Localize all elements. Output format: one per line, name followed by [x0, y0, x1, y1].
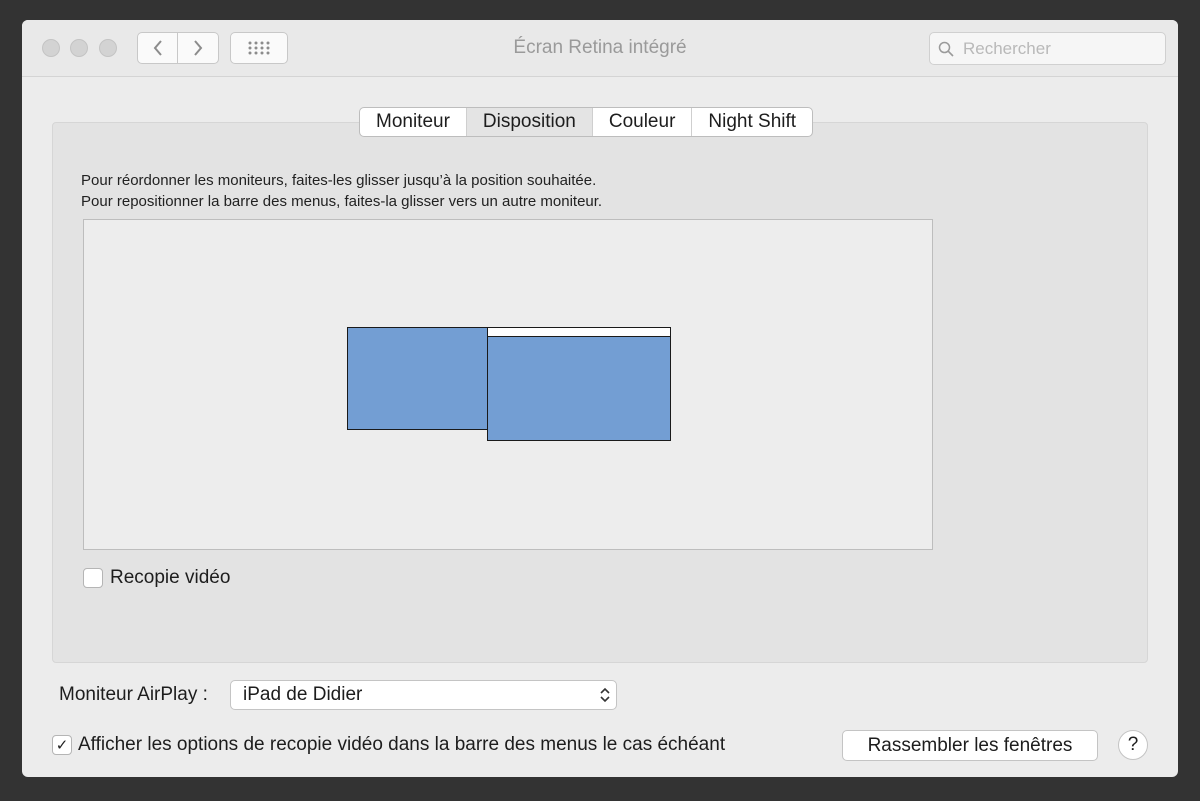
help-button[interactable]: ?	[1118, 730, 1148, 760]
preferences-window: Écran Retina intégré Moniteur Dispositio…	[22, 20, 1178, 777]
search-icon	[938, 41, 954, 57]
checkmark-icon: ✓	[55, 736, 69, 754]
mirroring-checkbox[interactable]	[83, 568, 103, 588]
display-main[interactable]	[487, 327, 671, 441]
updown-chevron-icon	[600, 687, 610, 703]
arrangement-instructions: Pour réordonner les moniteurs, faites-le…	[81, 170, 602, 212]
tab-disposition[interactable]: Disposition	[466, 108, 593, 136]
menu-bar-handle[interactable]	[487, 327, 671, 337]
menubar-options-checkbox[interactable]: ✓	[52, 735, 72, 755]
airplay-label: Moniteur AirPlay :	[59, 684, 208, 705]
tab-couleur[interactable]: Couleur	[593, 108, 693, 136]
tab-bar: Moniteur Disposition Couleur Night Shift	[359, 107, 814, 137]
airplay-selected-value: iPad de Didier	[243, 684, 363, 705]
mirroring-label: Recopie vidéo	[110, 567, 231, 588]
tab-night-shift[interactable]: Night Shift	[692, 108, 812, 136]
menubar-options-label: Afficher les options de recopie vidéo da…	[78, 734, 726, 755]
display-arrangement-area	[83, 219, 933, 550]
display-left[interactable]	[347, 327, 488, 430]
search-field[interactable]	[929, 32, 1166, 65]
tab-moniteur[interactable]: Moniteur	[360, 108, 467, 136]
title-bar: Écran Retina intégré	[22, 20, 1178, 77]
search-input[interactable]	[963, 37, 1158, 60]
instruction-line-2: Pour repositionner la barre des menus, f…	[81, 193, 603, 210]
instruction-line-1: Pour réordonner les moniteurs, faites-le…	[81, 172, 597, 189]
gather-windows-button[interactable]: Rassembler les fenêtres	[842, 730, 1098, 761]
airplay-select[interactable]: iPad de Didier	[230, 680, 617, 710]
